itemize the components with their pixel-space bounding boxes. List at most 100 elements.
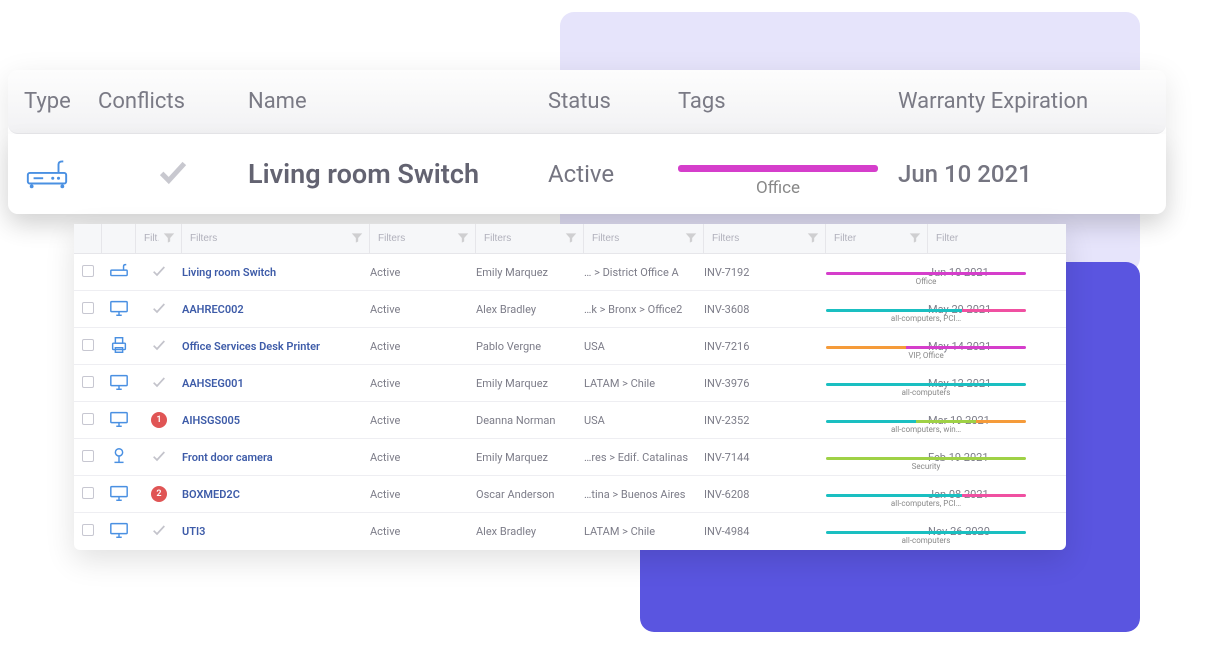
row-name-link[interactable]: Living room Switch	[182, 266, 276, 279]
row-checkbox[interactable]	[82, 413, 94, 425]
row-type-cell	[102, 520, 136, 543]
tag-label: all-computers, PCI…	[826, 499, 1026, 508]
filter-name[interactable]	[182, 224, 370, 253]
table-row[interactable]: UTI3ActiveAlex BradleyLATAM > ChileINV-4…	[74, 513, 1066, 550]
funnel-icon	[456, 231, 470, 245]
zoom-row[interactable]: Living room Switch Active Office Jun 10 …	[8, 134, 1166, 214]
row-location-cell: …tina > Buenos Aires	[584, 488, 704, 501]
table-row[interactable]: AAHSEG001ActiveEmily MarquezLATAM > Chil…	[74, 365, 1066, 402]
tag-bar	[826, 494, 1026, 497]
row-type-cell	[102, 335, 136, 358]
row-checkbox-cell	[74, 487, 102, 502]
row-conflict-cell	[136, 374, 182, 393]
row-location-cell: … > District Office A	[584, 266, 704, 279]
row-name-link[interactable]: AAHREC002	[182, 303, 244, 316]
funnel-icon	[684, 231, 698, 245]
row-invoice-cell: INV-3976	[704, 377, 826, 390]
filter-tags[interactable]	[826, 224, 928, 253]
check-icon	[151, 522, 167, 538]
row-checkbox[interactable]	[82, 487, 94, 499]
row-name-link[interactable]: Office Services Desk Printer	[182, 340, 320, 353]
row-checkbox[interactable]	[82, 450, 94, 462]
header-conflicts[interactable]: Conflicts	[98, 89, 248, 114]
row-checkbox[interactable]	[82, 524, 94, 536]
row-tags-cell: all-computers	[826, 369, 928, 398]
row-invoice-cell: INV-3608	[704, 303, 826, 316]
table-row[interactable]: Front door cameraActiveEmily Marquez…res…	[74, 439, 1066, 476]
row-name-link[interactable]: UTI3	[182, 525, 205, 538]
row-location-cell: USA	[584, 340, 704, 353]
row-user-cell: Alex Bradley	[476, 525, 584, 538]
row-checkbox[interactable]	[82, 339, 94, 351]
filter-invoice[interactable]	[704, 224, 826, 253]
zoom-header-row: Type Conflicts Name Status Tags Warranty…	[8, 70, 1166, 134]
row-location-cell: LATAM > Chile	[584, 377, 704, 390]
row-name-link[interactable]: BOXMED2C	[182, 488, 240, 501]
check-icon	[156, 155, 190, 189]
table-row[interactable]: Office Services Desk PrinterActivePablo …	[74, 328, 1066, 365]
table-row[interactable]: AAHREC002ActiveAlex Bradley…k > Bronx > …	[74, 291, 1066, 328]
row-checkbox[interactable]	[82, 302, 94, 314]
zoom-warranty-cell: Jun 10 2021	[898, 160, 1166, 188]
zoom-name: Living room Switch	[248, 158, 479, 190]
tag-chip: Security	[826, 443, 1026, 471]
camera-icon	[109, 446, 129, 466]
row-user-cell: Deanna Norman	[476, 414, 584, 427]
row-user-cell: Pablo Vergne	[476, 340, 584, 353]
zoom-status-cell: Active	[548, 160, 678, 188]
row-type-cell	[102, 483, 136, 506]
zoom-status: Active	[548, 160, 614, 188]
row-status-cell: Active	[370, 303, 476, 316]
filter-conflict[interactable]	[136, 224, 182, 253]
filter-user[interactable]	[476, 224, 584, 253]
row-status-cell: Active	[370, 266, 476, 279]
row-tags-cell: VIP, Office	[826, 332, 928, 361]
row-name-link[interactable]: Front door camera	[182, 451, 273, 464]
desktop-icon	[109, 520, 129, 540]
filter-date[interactable]	[928, 224, 1066, 253]
desktop-icon	[109, 483, 129, 503]
header-name[interactable]: Name	[248, 89, 548, 114]
row-location-cell: LATAM > Chile	[584, 525, 704, 538]
header-status[interactable]: Status	[548, 89, 678, 114]
funnel-icon	[908, 231, 922, 245]
row-name-cell: AIHSGS005	[182, 414, 370, 427]
row-invoice-cell: INV-7216	[704, 340, 826, 353]
row-invoice-cell: INV-7192	[704, 266, 826, 279]
tag-chip: all-computers, PCI…	[826, 480, 1026, 508]
filter-date-input[interactable]	[928, 224, 1066, 253]
header-warranty[interactable]: Warranty Expiration	[898, 89, 1166, 114]
zoom-name-cell[interactable]: Living room Switch	[248, 158, 548, 190]
filter-checkbox-col	[74, 224, 102, 253]
row-status-cell: Active	[370, 451, 476, 464]
header-type[interactable]: Type	[8, 89, 98, 114]
row-type-cell	[102, 372, 136, 395]
tag-bar	[826, 309, 1026, 312]
table-row[interactable]: 1AIHSGS005ActiveDeanna NormanUSAINV-2352…	[74, 402, 1066, 439]
tag-chip: all-computers	[826, 369, 1026, 397]
row-tags-cell: all-computers, PCI…	[826, 480, 928, 509]
row-name-cell: AAHREC002	[182, 303, 370, 316]
tag-chip: all-computers, win…	[826, 406, 1026, 434]
table-row[interactable]: Living room SwitchActiveEmily Marquez… >…	[74, 254, 1066, 291]
filter-name-input[interactable]	[182, 224, 369, 253]
row-invoice-cell: INV-7144	[704, 451, 826, 464]
tag-label: all-computers, PCI…	[826, 314, 1026, 323]
row-conflict-cell	[136, 448, 182, 467]
row-name-link[interactable]: AAHSEG001	[182, 377, 244, 390]
check-icon	[151, 448, 167, 464]
conflict-badge[interactable]: 1	[151, 412, 167, 428]
row-status-cell: Active	[370, 414, 476, 427]
header-tags[interactable]: Tags	[678, 89, 898, 114]
row-name-cell: UTI3	[182, 525, 370, 538]
tag-chip: Office	[678, 151, 878, 198]
row-name-link[interactable]: AIHSGS005	[182, 414, 240, 427]
zoom-tags-cell: Office	[678, 151, 898, 198]
row-checkbox[interactable]	[82, 265, 94, 277]
filter-status[interactable]	[370, 224, 476, 253]
conflict-badge[interactable]: 2	[151, 486, 167, 502]
row-checkbox[interactable]	[82, 376, 94, 388]
table-row[interactable]: 2BOXMED2CActiveOscar Anderson…tina > Bue…	[74, 476, 1066, 513]
row-location-cell: …res > Edif. Catalinas	[584, 451, 704, 464]
filter-location[interactable]	[584, 224, 704, 253]
